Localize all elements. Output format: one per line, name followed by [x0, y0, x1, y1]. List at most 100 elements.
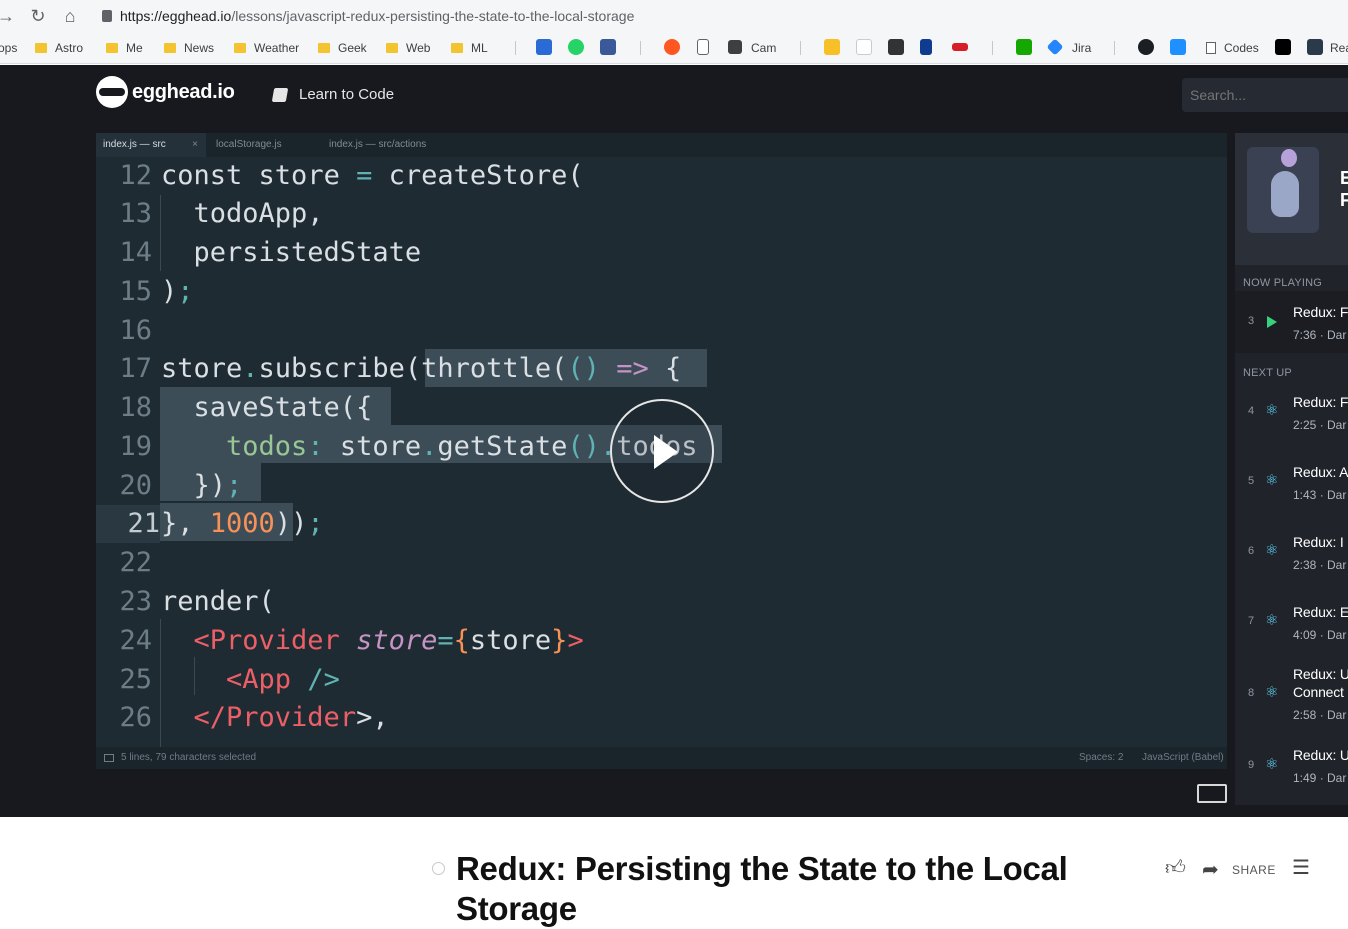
lesson-title: Redux: A [1293, 464, 1348, 480]
bookmark-weather[interactable]: Weather [234, 39, 299, 57]
lesson-title: Redux: U [1293, 747, 1348, 763]
code-token: } [551, 625, 568, 656]
glasses-shape [99, 88, 125, 96]
learn-to-code-link[interactable]: Learn to Code [299, 86, 394, 103]
forward-icon[interactable]: → [0, 4, 18, 28]
lesson-meta: 1:49 · Dar [1293, 771, 1347, 785]
react-icon: ⚛ [1265, 612, 1279, 629]
lesson-playlist: EF NOW PLAYING 3 Redux: F 7:36 · Dar NEX… [1235, 133, 1348, 805]
list-item[interactable]: 7 ⚛ Redux: E 4:09 · Dar [1235, 599, 1348, 669]
line-number-current: 21 [96, 505, 160, 543]
lesson-number: 5 [1248, 475, 1255, 487]
editor-tab-index-src: index.js — src × [96, 133, 206, 157]
react-icon [1307, 39, 1323, 55]
page-icon[interactable] [697, 39, 709, 55]
editor-status-bar: 5 lines, 79 characters selected Spaces: … [96, 747, 1227, 769]
medium-icon[interactable] [1275, 39, 1291, 55]
fullscreen-icon[interactable] [1197, 784, 1227, 803]
line-number: 13 [119, 198, 152, 229]
code-token: }, [161, 508, 210, 539]
bookmark-ml[interactable]: ML [451, 39, 488, 57]
bank-icon[interactable] [952, 43, 968, 51]
bookmark-rea[interactable]: Rea [1330, 39, 1348, 57]
code-token: throttle( [421, 353, 568, 384]
amazon-icon[interactable] [856, 39, 872, 55]
bookmark-separator [640, 41, 641, 55]
site-logo[interactable]: egghead.io [132, 81, 235, 104]
code-token: todos [161, 431, 308, 462]
add-to-playlist-icon[interactable]: ☰ [1292, 857, 1310, 879]
folder-icon [451, 43, 463, 53]
lesson-title: Redux: F [1293, 304, 1348, 320]
line-number: 19 [119, 431, 152, 462]
list-item[interactable]: 4 ⚛ Redux: F 2:25 · Dar [1235, 389, 1348, 459]
list-item[interactable]: 8 ⚛ Redux: U Connect 2:58 · Dar [1235, 663, 1348, 743]
thumbs-up-icon[interactable]: 👍︎ [1165, 857, 1187, 879]
lesson-title: Redux: Persisting the State to the Local… [456, 850, 1068, 927]
bookmark-jira[interactable]: Jira [1072, 39, 1091, 57]
code-line: </Provider>, [161, 699, 389, 737]
code-token: }) [161, 470, 227, 501]
share-button[interactable]: SHARE [1232, 863, 1276, 877]
folder-icon [318, 43, 330, 53]
play-button[interactable] [610, 399, 714, 503]
bookmark-news[interactable]: News [164, 39, 214, 57]
osm-icon[interactable] [536, 39, 552, 55]
completion-toggle[interactable] [432, 862, 445, 875]
lock-icon [102, 10, 112, 22]
code-line: <Provider store={store}> [161, 622, 584, 660]
react-icon: ⚛ [1265, 756, 1279, 773]
editor-tab-index-actions: index.js — src/actions [329, 139, 427, 150]
status-spaces: Spaces: 2 [1079, 752, 1124, 763]
paypal-icon[interactable] [920, 39, 932, 55]
course-card[interactable]: EF [1235, 133, 1348, 265]
home-icon[interactable]: ⌂ [58, 4, 82, 28]
music-icon[interactable] [664, 39, 680, 55]
line-number: 23 [119, 586, 152, 617]
video-player[interactable]: index.js — src × localStorage.js index.js… [96, 133, 1227, 769]
code-line: const store = createStore( [161, 157, 584, 195]
share-icon[interactable]: ➦ [1202, 859, 1219, 881]
status-selection: 5 lines, 79 characters selected [121, 752, 257, 763]
bookmark-ops[interactable]: ops [0, 39, 17, 57]
bookmark-web[interactable]: Web [386, 39, 430, 57]
search-input[interactable] [1182, 78, 1348, 112]
wallet-icon[interactable] [888, 39, 904, 55]
reload-icon[interactable]: ↻ [26, 4, 50, 28]
bookmark-cam[interactable]: Cam [751, 39, 776, 57]
line-number: 22 [119, 547, 152, 578]
bookmark-blue-icon[interactable] [1170, 39, 1186, 55]
github-icon[interactable] [1138, 39, 1154, 55]
line-number: 17 [119, 353, 152, 384]
list-item[interactable]: 6 ⚛ Redux: I 2:38 · Dar [1235, 529, 1348, 599]
upwork-icon[interactable] [1016, 39, 1032, 55]
facebook-icon[interactable] [600, 39, 616, 55]
lesson-meta: 7:36 · Dar [1293, 328, 1347, 342]
folder-icon [35, 43, 47, 53]
code-line: todoApp, [161, 195, 324, 233]
tab-label: index.js — src [103, 139, 166, 150]
code-token: { [453, 625, 470, 656]
course-title: EF [1340, 167, 1348, 211]
bulb-icon[interactable] [824, 39, 840, 55]
code-token: saveState({ [161, 392, 373, 423]
code-line: }, 1000)); [161, 505, 324, 543]
whatsapp-icon[interactable] [568, 39, 584, 55]
now-playing-item[interactable]: 3 Redux: F 7:36 · Dar [1235, 291, 1348, 353]
code-line: persistedState [161, 234, 422, 272]
code-token: => [599, 353, 665, 384]
list-item[interactable]: 5 ⚛ Redux: A 1:43 · Dar [1235, 459, 1348, 529]
bookmark-geek[interactable]: Geek [318, 39, 367, 57]
line-number: 12 [119, 160, 152, 191]
code-token: ; [226, 470, 243, 501]
lesson-title: Redux: F [1293, 394, 1348, 410]
list-item[interactable]: 9 ⚛ Redux: U 1:49 · Dar [1235, 745, 1348, 805]
bookmark-codes[interactable]: Codes [1206, 39, 1259, 57]
list-item[interactable]: 3 Redux: F 7:36 · Dar [1235, 291, 1348, 353]
bookmark-me[interactable]: Me [106, 39, 143, 57]
lesson-meta: 2:25 · Dar [1293, 418, 1347, 432]
egghead-logo-icon[interactable] [96, 76, 128, 108]
bookmark-astro[interactable]: Astro [35, 39, 83, 57]
code-token: render( [161, 586, 275, 617]
address-bar[interactable]: https://egghead.io/lessons/javascript-re… [96, 3, 1348, 29]
